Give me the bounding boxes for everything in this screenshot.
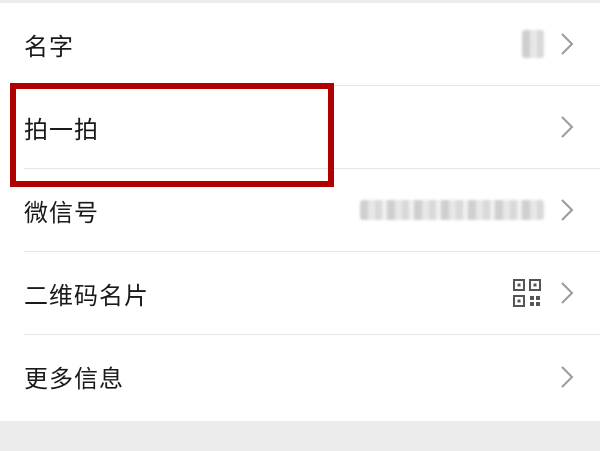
settings-list: 名字 拍一拍 微信号 二维码名片 更多信息: [0, 3, 600, 418]
chevron-right-icon: [561, 199, 574, 221]
row-pat[interactable]: 拍一拍: [24, 86, 600, 169]
chevron-right-icon: [561, 33, 574, 55]
row-right-wechat-id: [360, 169, 576, 251]
row-right-name: [522, 3, 576, 85]
blurred-wechat-id-value: [360, 200, 544, 220]
row-label-more-info: 更多信息: [24, 365, 124, 393]
row-name[interactable]: 名字: [24, 3, 600, 86]
row-right-qr-card: [512, 252, 576, 334]
blurred-name-value: [522, 30, 544, 58]
row-label-pat: 拍一拍: [24, 115, 99, 144]
chevron-right-icon: [561, 282, 574, 304]
qr-code-icon: [513, 279, 541, 307]
chevron-right-icon: [561, 365, 574, 388]
bottom-section-divider: [0, 421, 600, 451]
row-label-name: 名字: [24, 32, 74, 61]
row-label-qr-card: 二维码名片: [24, 281, 149, 310]
row-more-info[interactable]: 更多信息: [24, 335, 600, 418]
profile-settings-page: 名字 拍一拍 微信号 二维码名片 更多信息: [0, 0, 600, 451]
row-qr-card[interactable]: 二维码名片: [24, 252, 600, 335]
row-wechat-id[interactable]: 微信号: [24, 169, 600, 252]
row-label-wechat-id: 微信号: [24, 198, 99, 227]
row-right-more-info: [558, 335, 576, 418]
chevron-right-icon: [561, 116, 574, 138]
row-right-pat: [558, 86, 576, 168]
